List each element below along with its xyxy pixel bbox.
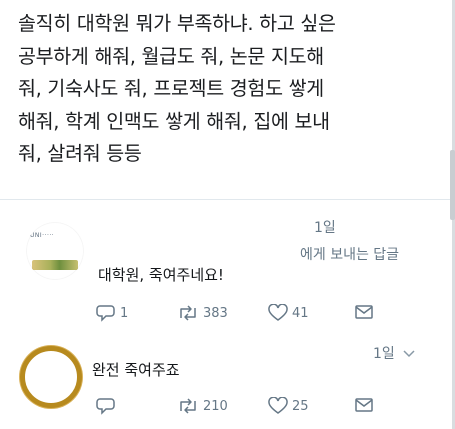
- retweet-button[interactable]: 210: [177, 397, 228, 415]
- reply-icon: [96, 398, 115, 415]
- like-count: 41: [292, 305, 309, 321]
- reply-tweet-1[interactable]: UNI····· 1일 에게 보내는 답글 대학원, 죽여주네요! 1 383 …: [0, 200, 455, 335]
- reply-tweet-2[interactable]: 1일 완전 죽여주죠 210 25: [0, 335, 455, 429]
- retweet-button[interactable]: 383: [177, 304, 228, 322]
- replying-to-label: 에게 보내는 답글: [300, 247, 400, 263]
- chevron-down-icon: [403, 350, 415, 358]
- scrollbar-thumb[interactable]: [450, 150, 455, 220]
- reply-count: 1: [120, 305, 129, 321]
- main-tweet-line: 해줘, 학계 인맥도 쌓게 해줘, 집에 보내: [18, 109, 330, 133]
- like-button[interactable]: 41: [268, 304, 309, 322]
- main-tweet-line: 솔직히 대학원 뭐가 부족하냐. 하고 싶은: [18, 12, 336, 35]
- reply-icon: [96, 305, 115, 322]
- heart-icon: [268, 304, 288, 321]
- avatar[interactable]: UNI·····: [26, 222, 84, 280]
- retweet-count: 383: [203, 305, 228, 321]
- main-tweet-text: 솔직히 대학원 뭐가 부족하냐. 하고 싶은 공부하게 해줘, 월급도 줘, 논…: [18, 8, 438, 171]
- direct-message-button[interactable]: [354, 304, 374, 320]
- more-menu-button[interactable]: [401, 345, 417, 361]
- main-tweet-line: 공부하게 해줘, 월급도 줘, 논문 지도해: [18, 44, 324, 68]
- reply-button[interactable]: 1: [96, 304, 128, 322]
- reply-text: 대학원, 죽여주네요!: [98, 266, 224, 284]
- reply-button[interactable]: [96, 397, 120, 415]
- timestamp[interactable]: 1일: [314, 217, 336, 237]
- envelope-icon: [355, 398, 373, 412]
- retweet-icon: [180, 305, 196, 321]
- reply-text: 완전 죽여주죠: [92, 361, 180, 379]
- avatar[interactable]: [20, 346, 82, 408]
- main-tweet-line: 줘, 살려줘 등등: [18, 142, 142, 165]
- main-tweet-line: 줘, 기숙사도 줘, 프로젝트 경험도 쌓게: [18, 77, 324, 100]
- like-count: 25: [292, 398, 309, 414]
- retweet-count: 210: [203, 398, 228, 414]
- heart-icon: [268, 397, 288, 414]
- envelope-icon: [355, 305, 373, 319]
- direct-message-button[interactable]: [354, 397, 374, 413]
- like-button[interactable]: 25: [268, 397, 309, 415]
- timestamp[interactable]: 1일: [373, 343, 395, 363]
- retweet-icon: [180, 398, 196, 414]
